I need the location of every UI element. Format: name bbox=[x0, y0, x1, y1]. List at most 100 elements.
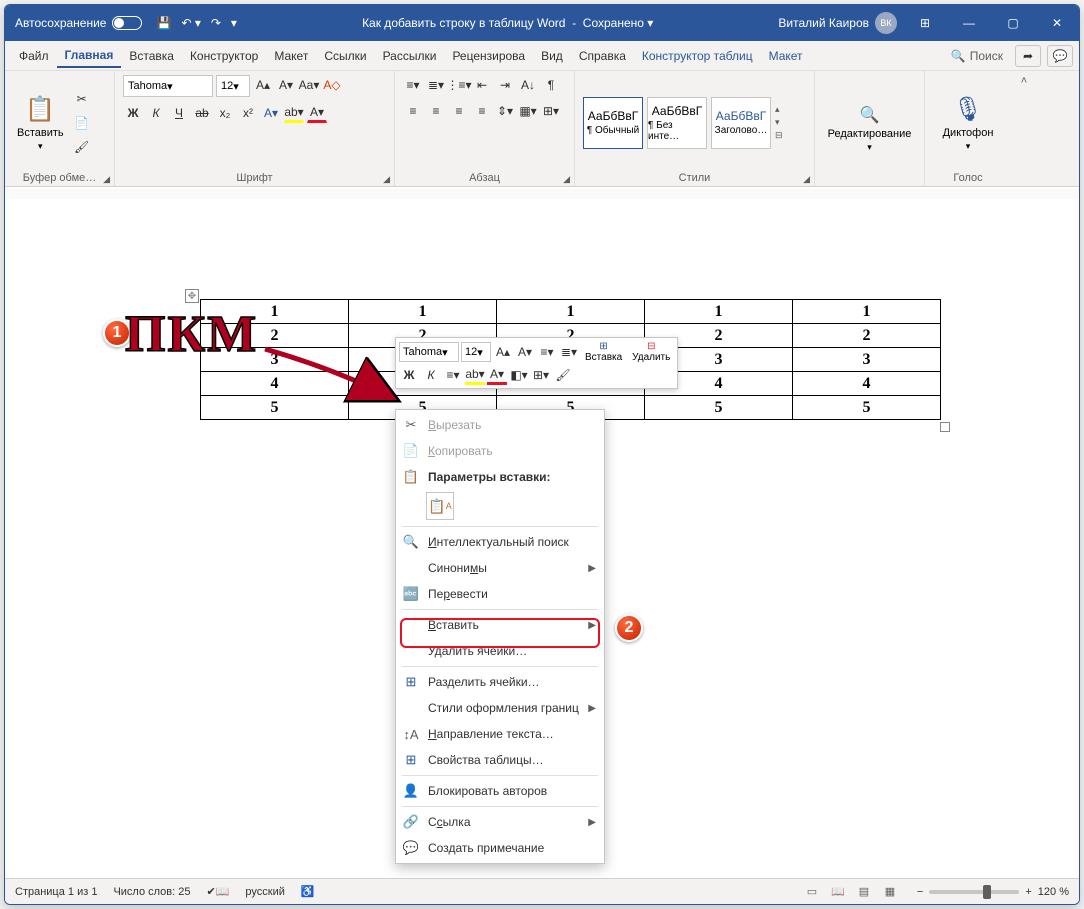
ctx-new-comment[interactable]: 💬Создать примечание bbox=[396, 835, 604, 861]
ctx-cut[interactable]: ✂Вырезать bbox=[396, 412, 604, 438]
redo-icon[interactable]: ↷ bbox=[211, 16, 221, 30]
line-spacing-button[interactable]: ⇕▾ bbox=[495, 101, 515, 121]
table-cell[interactable]: 4 bbox=[201, 372, 349, 396]
ctx-text-direction[interactable]: ↕AНаправление текста… bbox=[396, 721, 604, 747]
ctx-link[interactable]: 🔗Ссылка▶ bbox=[396, 809, 604, 835]
align-right-button[interactable]: ≡ bbox=[449, 101, 469, 121]
italic-button[interactable]: К bbox=[146, 103, 166, 123]
status-word-count[interactable]: Число слов: 25 bbox=[113, 886, 190, 898]
ctx-copy[interactable]: 📄Копировать bbox=[396, 438, 604, 464]
multilevel-button[interactable]: ⋮≡▾ bbox=[449, 75, 469, 95]
format-painter-button[interactable]: 🖌 bbox=[72, 137, 92, 157]
mini-delete-button[interactable]: ⊟Удалить bbox=[628, 341, 674, 363]
ctx-insert[interactable]: Вставить▶ bbox=[396, 612, 604, 638]
bullets-button[interactable]: ≡▾ bbox=[403, 75, 423, 95]
status-language[interactable]: русский bbox=[245, 886, 284, 898]
search-box[interactable]: 🔍 Поиск bbox=[951, 49, 1003, 63]
table-cell[interactable]: 2 bbox=[793, 324, 941, 348]
table-cell[interactable]: 4 bbox=[793, 372, 941, 396]
ctx-delete-cells[interactable]: Удалить ячейки… bbox=[396, 638, 604, 664]
zoom-slider[interactable] bbox=[929, 890, 1019, 894]
zoom-out-icon[interactable]: − bbox=[917, 886, 923, 898]
view-print-icon[interactable]: ▤ bbox=[853, 883, 875, 901]
mini-bold[interactable]: Ж bbox=[399, 365, 419, 385]
mini-grow-font[interactable]: A▴ bbox=[493, 342, 513, 362]
shrink-font-button[interactable]: A▾ bbox=[276, 75, 296, 95]
ctx-translate[interactable]: 🔤Перевести bbox=[396, 581, 604, 607]
strike-button[interactable]: ab bbox=[192, 103, 212, 123]
highlight-button[interactable]: ab▾ bbox=[284, 103, 304, 123]
style-heading1[interactable]: АаБбВвГЗаголово… bbox=[711, 97, 771, 149]
style-nospacing[interactable]: АаБбВвГ¶ Без инте… bbox=[647, 97, 707, 149]
mini-italic[interactable]: К bbox=[421, 365, 441, 385]
cut-button[interactable]: ✂ bbox=[72, 89, 92, 109]
close-button[interactable]: ✕ bbox=[1035, 5, 1079, 41]
tab-review[interactable]: Рецензирова bbox=[444, 45, 533, 67]
font-name-select[interactable]: Tahoma ▾ bbox=[123, 75, 213, 97]
mini-highlight[interactable]: ab▾ bbox=[465, 365, 485, 385]
mini-shading[interactable]: ◧▾ bbox=[509, 365, 529, 385]
borders-button[interactable]: ⊞▾ bbox=[541, 101, 561, 121]
styles-down-icon[interactable]: ▾ bbox=[775, 117, 783, 128]
autosave-toggle[interactable]: Автосохранение bbox=[15, 16, 142, 30]
tab-help[interactable]: Справка bbox=[571, 45, 634, 67]
sort-button[interactable]: A↓ bbox=[518, 75, 538, 95]
ctx-border-styles[interactable]: Стили оформления границ▶ bbox=[396, 695, 604, 721]
ctx-split-cells[interactable]: ⊞Разделить ячейки… bbox=[396, 669, 604, 695]
user-account[interactable]: Виталий Каиров ВК bbox=[778, 12, 897, 34]
align-center-button[interactable]: ≡ bbox=[426, 101, 446, 121]
mini-borders[interactable]: ⊞▾ bbox=[531, 365, 551, 385]
table-cell[interactable]: 1 bbox=[645, 300, 793, 324]
comments-button[interactable]: 💬 bbox=[1047, 45, 1073, 67]
table-cell[interactable]: 5 bbox=[793, 396, 941, 420]
dialog-launcher-icon[interactable]: ◢ bbox=[103, 174, 110, 185]
clear-format-button[interactable]: A◇ bbox=[322, 75, 342, 95]
table-resize-handle-icon[interactable] bbox=[940, 422, 950, 432]
zoom-in-icon[interactable]: + bbox=[1025, 886, 1031, 898]
collapse-ribbon-icon[interactable]: ˄ bbox=[1021, 75, 1027, 87]
dialog-launcher-icon[interactable]: ◢ bbox=[383, 174, 390, 185]
increase-indent-button[interactable]: ⇥ bbox=[495, 75, 515, 95]
status-accessibility-icon[interactable]: ♿ bbox=[301, 885, 315, 898]
styles-more-icon[interactable]: ⊟ bbox=[775, 130, 783, 141]
table-cell[interactable]: 3 bbox=[793, 348, 941, 372]
dictate-button[interactable]: 🎙 Диктофон ▾ bbox=[939, 91, 998, 154]
tab-insert[interactable]: Вставка bbox=[121, 45, 182, 67]
table-cell[interactable]: 1 bbox=[349, 300, 497, 324]
mini-font-color[interactable]: A▾ bbox=[487, 365, 507, 385]
tab-mailings[interactable]: Рассылки bbox=[375, 45, 445, 67]
view-web-icon[interactable]: ▦ bbox=[879, 883, 901, 901]
table-cell[interactable]: 2 bbox=[201, 324, 349, 348]
view-read-icon[interactable]: 📖 bbox=[827, 883, 849, 901]
ctx-block-authors[interactable]: 👤Блокировать авторов bbox=[396, 778, 604, 804]
zoom-control[interactable]: − + 120 % bbox=[917, 886, 1069, 898]
tab-references[interactable]: Ссылки bbox=[316, 45, 374, 67]
ctx-table-properties[interactable]: ⊞Свойства таблицы… bbox=[396, 747, 604, 773]
font-color-button[interactable]: A▾ bbox=[307, 103, 327, 123]
tab-design[interactable]: Конструктор bbox=[182, 45, 266, 67]
copy-button[interactable]: 📄 bbox=[72, 113, 92, 133]
dialog-launcher-icon[interactable]: ◢ bbox=[563, 174, 570, 185]
grow-font-button[interactable]: A▴ bbox=[253, 75, 273, 95]
show-marks-button[interactable]: ¶ bbox=[541, 75, 561, 95]
tab-file[interactable]: Файл bbox=[11, 45, 57, 67]
font-size-select[interactable]: 12 ▾ bbox=[216, 75, 250, 97]
table-cell[interactable]: 5 bbox=[201, 396, 349, 420]
ctx-smart-lookup[interactable]: 🔍Интеллектуальный поиск bbox=[396, 529, 604, 555]
mini-align[interactable]: ≡▾ bbox=[443, 365, 463, 385]
mini-bullets[interactable]: ≡▾ bbox=[537, 342, 557, 362]
align-left-button[interactable]: ≡ bbox=[403, 101, 423, 121]
paste-option-keep-text[interactable]: 📋A bbox=[426, 492, 454, 520]
tab-view[interactable]: Вид bbox=[533, 45, 571, 67]
decrease-indent-button[interactable]: ⇤ bbox=[472, 75, 492, 95]
tab-home[interactable]: Главная bbox=[57, 44, 122, 68]
mini-insert-button[interactable]: ⊞Вставка bbox=[581, 341, 626, 363]
tab-table-layout[interactable]: Макет bbox=[761, 45, 811, 67]
save-icon[interactable]: 💾 bbox=[156, 16, 171, 30]
tab-layout[interactable]: Макет bbox=[266, 45, 316, 67]
tab-table-design[interactable]: Конструктор таблиц bbox=[634, 45, 761, 67]
editing-button[interactable]: 🔍 Редактирование ▾ bbox=[824, 102, 916, 155]
change-case-button[interactable]: Aa▾ bbox=[299, 75, 319, 95]
mini-numbering[interactable]: ≣▾ bbox=[559, 342, 579, 362]
table-cell[interactable]: 1 bbox=[201, 300, 349, 324]
